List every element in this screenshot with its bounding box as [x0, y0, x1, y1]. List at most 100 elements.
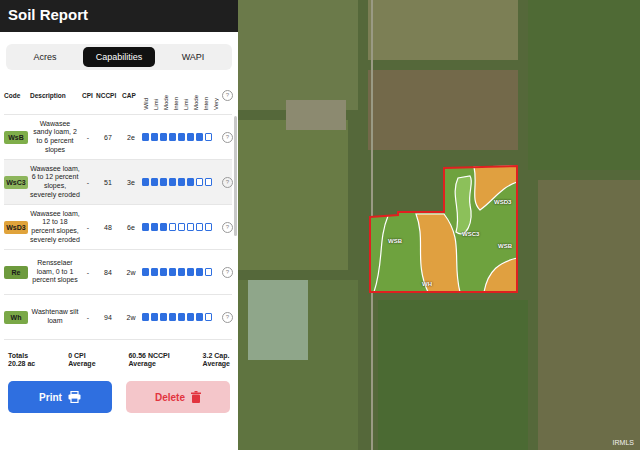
- capability-box: [160, 313, 167, 321]
- trash-icon: [191, 391, 201, 403]
- capability-box: [187, 313, 194, 321]
- capability-box: [151, 178, 158, 186]
- map[interactable]: WSB WSC3 WSD3 WSB WH IRMLS: [238, 0, 640, 450]
- table-row[interactable]: WsBWawasee sandy loam, 2 to 6 percent sl…: [4, 115, 232, 160]
- cap: 3e: [122, 179, 140, 186]
- class-header: Wild: [142, 98, 150, 110]
- watermark: IRMLS: [613, 439, 634, 446]
- totals-item: 0 CPIAverage: [68, 352, 95, 367]
- capability-box: [160, 178, 167, 186]
- nccpi: 94: [96, 314, 120, 321]
- capability-box: [151, 133, 158, 141]
- capability-box: [160, 223, 167, 231]
- cap: 6e: [122, 224, 140, 231]
- class-header: Inten: [202, 97, 210, 110]
- column-header: NCCPI: [96, 92, 120, 99]
- capability-box: [205, 223, 212, 231]
- capability-box: [151, 268, 158, 276]
- capability-box: [196, 178, 203, 186]
- capability-box: [187, 268, 194, 276]
- capability-box: [178, 268, 185, 276]
- capability-box: [187, 178, 194, 186]
- soil-code-badge: WsD3: [4, 221, 28, 234]
- description: Wawasee loam, 12 to 18 percent slopes, s…: [30, 210, 80, 245]
- capability-box: [196, 223, 203, 231]
- buttons: Print Delete: [0, 367, 238, 413]
- capability-box: [142, 313, 149, 321]
- totals-acres: Totals20.28 ac: [8, 352, 35, 367]
- help-icon[interactable]: ?: [222, 267, 233, 278]
- capability-box: [196, 313, 203, 321]
- help-icon[interactable]: ?: [222, 222, 233, 233]
- capability-box: [196, 268, 203, 276]
- satellite-map: [238, 0, 640, 450]
- tab[interactable]: Capabilities: [83, 47, 155, 67]
- class-header: Limi: [182, 99, 190, 110]
- capability-box: [142, 223, 149, 231]
- title: Soil Report: [8, 6, 88, 23]
- column-header: Code: [4, 92, 28, 99]
- soil-code-badge: WsC3: [4, 176, 28, 189]
- print-button[interactable]: Print: [8, 381, 112, 413]
- description: Wawasee loam, 6 to 12 percent slopes, se…: [30, 165, 80, 200]
- map-label: WSB: [388, 238, 402, 244]
- totals: Totals20.28 ac0 CPIAverage60.56 NCCPIAve…: [0, 340, 238, 367]
- capability-meter: [142, 268, 220, 276]
- capability-box: [142, 268, 149, 276]
- capability-box: [196, 133, 203, 141]
- nccpi: 67: [96, 134, 120, 141]
- cpi: -: [82, 224, 94, 231]
- capability-box: [169, 313, 176, 321]
- class-header: Mode: [162, 95, 170, 110]
- class-header: Very: [212, 98, 220, 110]
- tab[interactable]: WAPI: [157, 47, 229, 67]
- table-row[interactable]: WhWashtenaw silt loam-942w?: [4, 295, 232, 340]
- header: Soil Report: [0, 0, 238, 32]
- description: Wawasee sandy loam, 2 to 6 percent slope…: [30, 120, 80, 155]
- soil-code-badge: WsB: [4, 131, 28, 144]
- table-row[interactable]: WsD3Wawasee loam, 12 to 18 percent slope…: [4, 205, 232, 250]
- cpi: -: [82, 269, 94, 276]
- capability-box: [160, 133, 167, 141]
- cpi: -: [82, 179, 94, 186]
- capability-box: [205, 268, 212, 276]
- tab[interactable]: Acres: [9, 47, 81, 67]
- map-label: WSB: [498, 243, 512, 249]
- capability-box: [169, 268, 176, 276]
- capability-box: [160, 268, 167, 276]
- capability-meter: [142, 313, 220, 321]
- capability-box: [205, 313, 212, 321]
- map-label: WSD3: [494, 199, 511, 205]
- description: Washtenaw silt loam: [30, 308, 80, 326]
- class-header: Mode: [192, 95, 200, 110]
- soil-code-badge: Re: [4, 266, 28, 279]
- totals-item: 3.2 Cap.Average: [203, 352, 230, 367]
- column-header: CAP: [122, 92, 140, 99]
- cap: 2w: [122, 269, 140, 276]
- capability-meter: [142, 133, 220, 141]
- scrollbar[interactable]: [234, 116, 237, 236]
- cpi: -: [82, 314, 94, 321]
- cap: 2w: [122, 314, 140, 321]
- table-row[interactable]: WsC3Wawasee loam, 6 to 12 percent slopes…: [4, 160, 232, 205]
- capability-box: [205, 133, 212, 141]
- map-label: WSC3: [462, 231, 479, 237]
- table-row[interactable]: ReRensselaer loam, 0 to 1 percent slopes…: [4, 250, 232, 295]
- capability-meter: [142, 178, 220, 186]
- delete-button[interactable]: Delete: [126, 381, 230, 413]
- capability-box: [142, 133, 149, 141]
- class-header: Inten: [172, 97, 180, 110]
- capability-box: [205, 178, 212, 186]
- nccpi: 48: [96, 224, 120, 231]
- class-header: Limi: [152, 99, 160, 110]
- help-icon[interactable]: ?: [222, 177, 233, 188]
- map-label: WH: [422, 281, 432, 287]
- nccpi: 51: [96, 179, 120, 186]
- help-icon[interactable]: ?: [222, 312, 233, 323]
- capability-box: [151, 223, 158, 231]
- nccpi: 84: [96, 269, 120, 276]
- table-body: WsBWawasee sandy loam, 2 to 6 percent sl…: [4, 115, 232, 340]
- help-icon[interactable]: ?: [222, 132, 233, 143]
- soil-table: CodeDescriptionCPINCCPICAPWildLimiModeIn…: [0, 76, 238, 340]
- help-icon[interactable]: ?: [222, 90, 233, 101]
